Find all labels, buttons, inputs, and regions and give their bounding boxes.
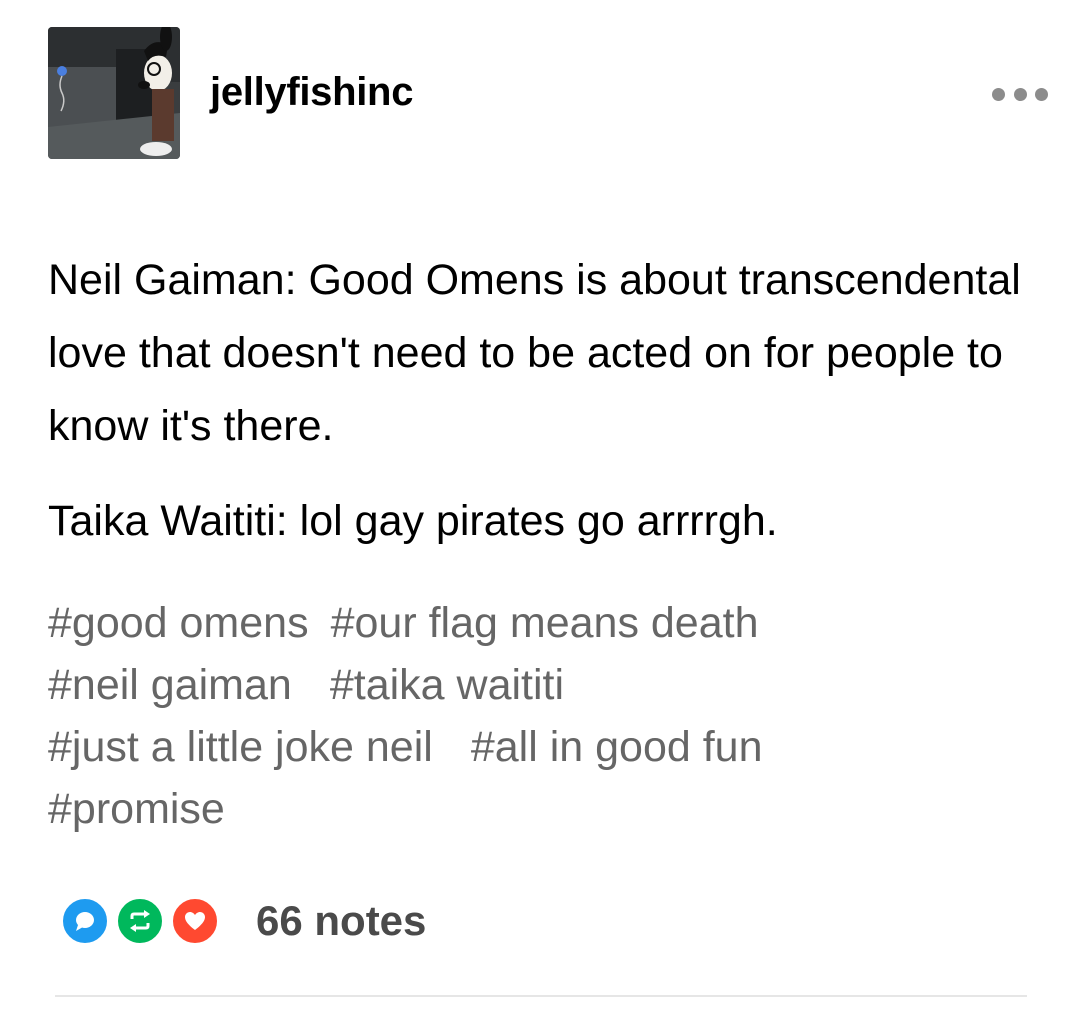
menu-dot xyxy=(1035,87,1048,101)
more-options-icon[interactable] xyxy=(992,82,1048,106)
tag[interactable]: #our flag means death xyxy=(331,592,759,654)
avatar[interactable] xyxy=(48,27,180,159)
post-paragraph: Neil Gaiman: Good Omens is about transce… xyxy=(48,256,1021,450)
tag[interactable]: #all in good fun xyxy=(471,716,763,778)
post-tags: #good omens #our flag means death #neil g… xyxy=(48,592,1048,840)
tag[interactable]: #just a little joke neil xyxy=(48,716,433,778)
tag-line: #just a little joke neil #all in good fun xyxy=(48,716,1048,778)
menu-dot xyxy=(992,87,1005,101)
menu-dot xyxy=(1013,87,1027,101)
tumblr-post: jellyfishinc Neil Gaiman: Good Omens is … xyxy=(0,0,1080,1010)
post-body: Neil Gaiman: Good Omens is about transce… xyxy=(48,244,1048,549)
tag-line: #neil gaiman #taika waititi xyxy=(48,654,1048,716)
tag[interactable]: #neil gaiman xyxy=(48,654,292,716)
tag[interactable]: #promise xyxy=(48,778,225,840)
notes-count[interactable]: 66 notes xyxy=(256,897,426,945)
post-paragraph: Taika Waititi: lol gay pirates go arrrrg… xyxy=(48,497,778,545)
tag[interactable]: #taika waititi xyxy=(330,654,564,716)
notes-icons[interactable] xyxy=(60,893,222,949)
reblog-icon xyxy=(115,896,165,946)
tag[interactable]: #good omens xyxy=(48,592,309,654)
username[interactable]: jellyfishinc xyxy=(210,68,413,116)
tag-line: #promise xyxy=(48,778,1048,840)
reply-icon xyxy=(60,896,110,946)
divider xyxy=(55,995,1027,997)
like-icon xyxy=(170,896,220,946)
tag-line: #good omens #our flag means death xyxy=(48,592,1048,654)
cartoon-avatar-icon xyxy=(48,27,180,159)
post-footer: 66 notes xyxy=(60,893,426,949)
